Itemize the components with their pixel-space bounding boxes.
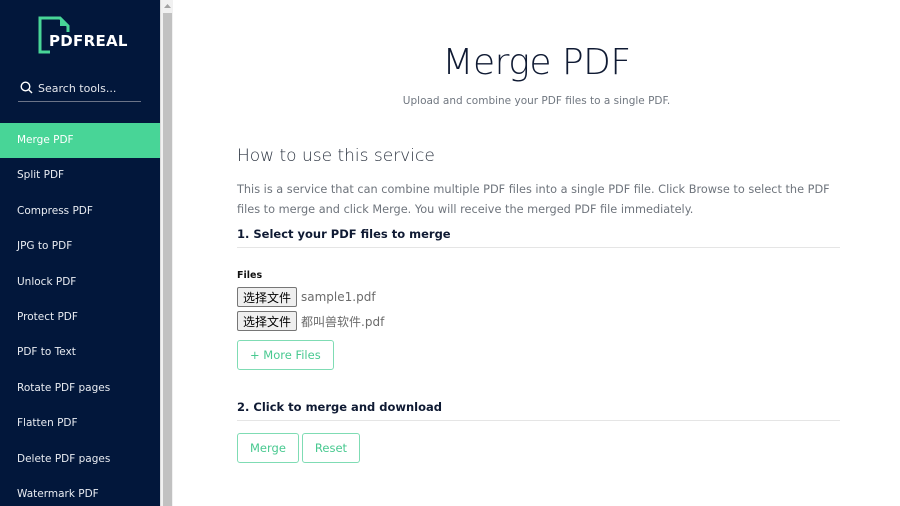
tools-menu: Merge PDF Split PDF Compress PDF JPG to … <box>0 123 160 506</box>
sidebar-item-flatten-pdf[interactable]: Flatten PDF <box>0 406 160 441</box>
reset-button[interactable]: Reset <box>301 433 361 463</box>
search-box[interactable] <box>18 78 141 102</box>
choose-file-button[interactable]: 选择文件 <box>237 311 298 331</box>
sidebar-item-delete-pdf-pages[interactable]: Delete PDF pages <box>0 442 160 477</box>
search-input[interactable] <box>38 80 138 96</box>
files-label: Files <box>237 270 263 281</box>
selected-file-name: sample1.pdf <box>301 290 376 304</box>
sidebar-item-compress-pdf[interactable]: Compress PDF <box>0 194 160 229</box>
scrollbar-thumb[interactable] <box>163 13 172 506</box>
sidebar-item-merge-pdf[interactable]: Merge PDF <box>0 123 160 159</box>
sidebar: PDFREAL Merge PDF Split PDF Compress PDF… <box>0 0 160 506</box>
logo[interactable]: PDFREAL <box>38 16 138 54</box>
sidebar-item-protect-pdf[interactable]: Protect PDF <box>0 300 160 335</box>
file-input-list: 选择文件 sample1.pdf 选择文件 都叫兽软件.pdf <box>237 286 840 332</box>
sidebar-item-pdf-to-text[interactable]: PDF to Text <box>0 335 160 370</box>
scroll-up-arrow-icon[interactable] <box>161 0 173 12</box>
howto-description: This is a service that can combine multi… <box>237 183 830 216</box>
page-title: Merge PDF <box>442 42 631 83</box>
merge-button[interactable]: Merge <box>237 433 299 463</box>
service-panel: How to use this service This is a servic… <box>237 146 840 463</box>
file-input-row: 选择文件 sample1.pdf <box>237 286 840 308</box>
file-input-row: 选择文件 都叫兽软件.pdf <box>237 310 840 332</box>
step2-heading: 2. Click to merge and download <box>237 400 840 421</box>
merge-actions: Merge Reset <box>237 433 840 463</box>
step1-heading: 1. Select your PDF files to merge <box>237 227 840 248</box>
page-subtitle: Upload and combine your PDF files to a s… <box>402 95 671 107</box>
main-content: Merge PDF Upload and combine your PDF fi… <box>173 0 900 506</box>
choose-file-button[interactable]: 选择文件 <box>237 287 298 307</box>
sidebar-scrollbar[interactable] <box>160 0 173 506</box>
selected-file-name: 都叫兽软件.pdf <box>301 314 385 329</box>
sidebar-item-jpg-to-pdf[interactable]: JPG to PDF <box>0 229 160 264</box>
sidebar-item-rotate-pdf-pages[interactable]: Rotate PDF pages <box>0 371 160 406</box>
brand-name: PDFREAL <box>49 32 128 50</box>
search-icon <box>20 81 33 94</box>
sidebar-item-unlock-pdf[interactable]: Unlock PDF <box>0 265 160 300</box>
more-files-button[interactable]: + More Files <box>237 340 334 370</box>
sidebar-item-split-pdf[interactable]: Split PDF <box>0 158 160 193</box>
howto-title: How to use this service <box>237 146 435 166</box>
sidebar-item-watermark-pdf[interactable]: Watermark PDF <box>0 477 160 506</box>
